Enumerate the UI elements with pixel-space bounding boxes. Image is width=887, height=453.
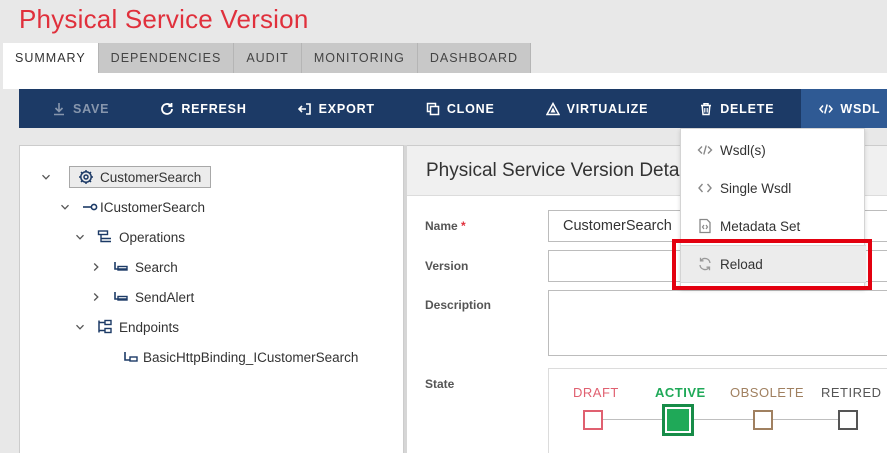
gear-icon [78,169,94,185]
version-label: Version [425,259,469,273]
tree-node-search-label: Search [135,259,178,275]
tree-node-operations[interactable]: Operations [75,226,185,248]
state-draft-box[interactable] [583,410,603,430]
virtualize-button[interactable]: VIRTUALIZE [513,89,667,128]
tab-monitoring[interactable]: MONITORING [301,43,418,73]
chevron-down-icon[interactable] [60,202,70,212]
menu-item-metadata-set-label: Metadata Set [720,218,801,234]
delete-label: DELETE [720,101,775,116]
chevron-down-icon[interactable] [75,322,85,332]
tree-node-endpoint-binding-label: BasicHttpBinding_ICustomerSearch [143,349,359,365]
required-asterisk: * [461,219,466,233]
save-label: SAVE [73,101,110,116]
state-retired-box[interactable] [838,410,858,430]
virtualize-label: VIRTUALIZE [566,101,649,116]
chevron-right-icon[interactable] [91,262,101,272]
toolbar: SAVE REFRESH EXPORT CLONE VIRTUALIZE DEL… [19,89,887,128]
trash-icon [699,102,713,116]
tree-node-endpoints-label: Endpoints [119,319,180,335]
name-label-text: Name [425,219,458,233]
wsdl-label: WSDL [840,101,881,116]
state-draft-label: DRAFT [573,385,619,400]
state-retired-label: RETIRED [821,385,882,400]
state-obsolete-box[interactable] [753,410,773,430]
endpoint-icon [123,349,139,365]
operations-icon [97,229,113,245]
menu-item-metadata-set[interactable]: Metadata Set [681,207,866,245]
chevron-right-icon[interactable] [91,292,101,302]
endpoints-icon [97,319,113,335]
tree-node-root-selected[interactable]: CustomerSearch [69,166,212,188]
refresh-icon [697,256,713,272]
tree-node-sendalert-label: SendAlert [135,289,195,305]
angle-brackets-icon [697,180,713,196]
menu-item-wsdls[interactable]: Wsdl(s) [681,131,866,169]
tree-node-search[interactable]: Search [91,256,178,278]
menu-item-single-wsdl-label: Single Wsdl [720,180,792,196]
state-obsolete-label: OBSOLETE [730,385,805,400]
chevron-down-icon[interactable] [41,172,51,182]
state-active-label: ACTIVE [655,385,706,400]
wsdl-menu-button[interactable]: WSDL [801,89,887,128]
state-active-box[interactable] [662,404,694,436]
menu-item-single-wsdl[interactable]: Single Wsdl [681,169,866,207]
tab-bar: SUMMARY DEPENDENCIES AUDIT MONITORING DA… [3,43,532,73]
tree-panel: CustomerSearch ICustomerSearch Operation… [19,145,404,453]
code-icon [697,142,713,158]
tree-node-root-label: CustomerSearch [100,169,202,185]
refresh-button[interactable]: REFRESH [127,89,264,128]
export-icon [297,102,312,116]
virtualize-icon [545,101,560,116]
tree-node-root[interactable]: CustomerSearch [41,166,212,188]
tree-node-interface-label: ICustomerSearch [100,199,206,215]
download-icon [52,102,66,116]
tree-node-sendalert[interactable]: SendAlert [91,286,194,308]
wsdl-dropdown-menu: Wsdl(s) Single Wsdl Metadata Set Reload [680,128,866,288]
name-label: Name * [425,219,466,233]
description-textarea[interactable] [548,290,887,356]
refresh-label: REFRESH [181,101,247,116]
state-connector-line [593,419,849,420]
save-button[interactable]: SAVE [19,89,127,128]
tree-node-operations-label: Operations [119,229,186,245]
tab-summary[interactable]: SUMMARY [3,43,99,73]
state-selector: DRAFT ACTIVE OBSOLETE RETIRED [548,368,887,453]
tree-node-endpoint-binding[interactable]: BasicHttpBinding_ICustomerSearch [123,346,358,368]
code-file-icon [697,218,713,234]
refresh-icon [160,102,174,116]
state-label: State [425,377,455,391]
detail-title: Physical Service Version Details [426,160,698,181]
clone-icon [426,102,440,116]
operation-icon [113,259,129,275]
tree-node-interface[interactable]: ICustomerSearch [60,196,205,218]
description-label: Description [425,298,492,312]
code-icon [819,102,834,116]
export-label: EXPORT [318,101,375,116]
menu-item-reload[interactable]: Reload [681,245,866,283]
tab-dashboard[interactable]: DASHBOARD [417,43,532,73]
menu-item-reload-label: Reload [720,256,763,272]
clone-button[interactable]: CLONE [393,89,513,128]
interface-icon [82,199,98,215]
tab-dependencies[interactable]: DEPENDENCIES [98,43,235,73]
chevron-down-icon[interactable] [75,232,85,242]
tab-content-strip [3,73,887,89]
tree-node-endpoints[interactable]: Endpoints [75,316,179,338]
delete-button[interactable]: DELETE [666,89,792,128]
menu-item-wsdls-label: Wsdl(s) [720,142,766,158]
page-title: Physical Service Version [19,4,309,34]
operation-icon [113,289,129,305]
export-button[interactable]: EXPORT [265,89,393,128]
tab-audit[interactable]: AUDIT [234,43,302,73]
clone-label: CLONE [446,101,495,116]
